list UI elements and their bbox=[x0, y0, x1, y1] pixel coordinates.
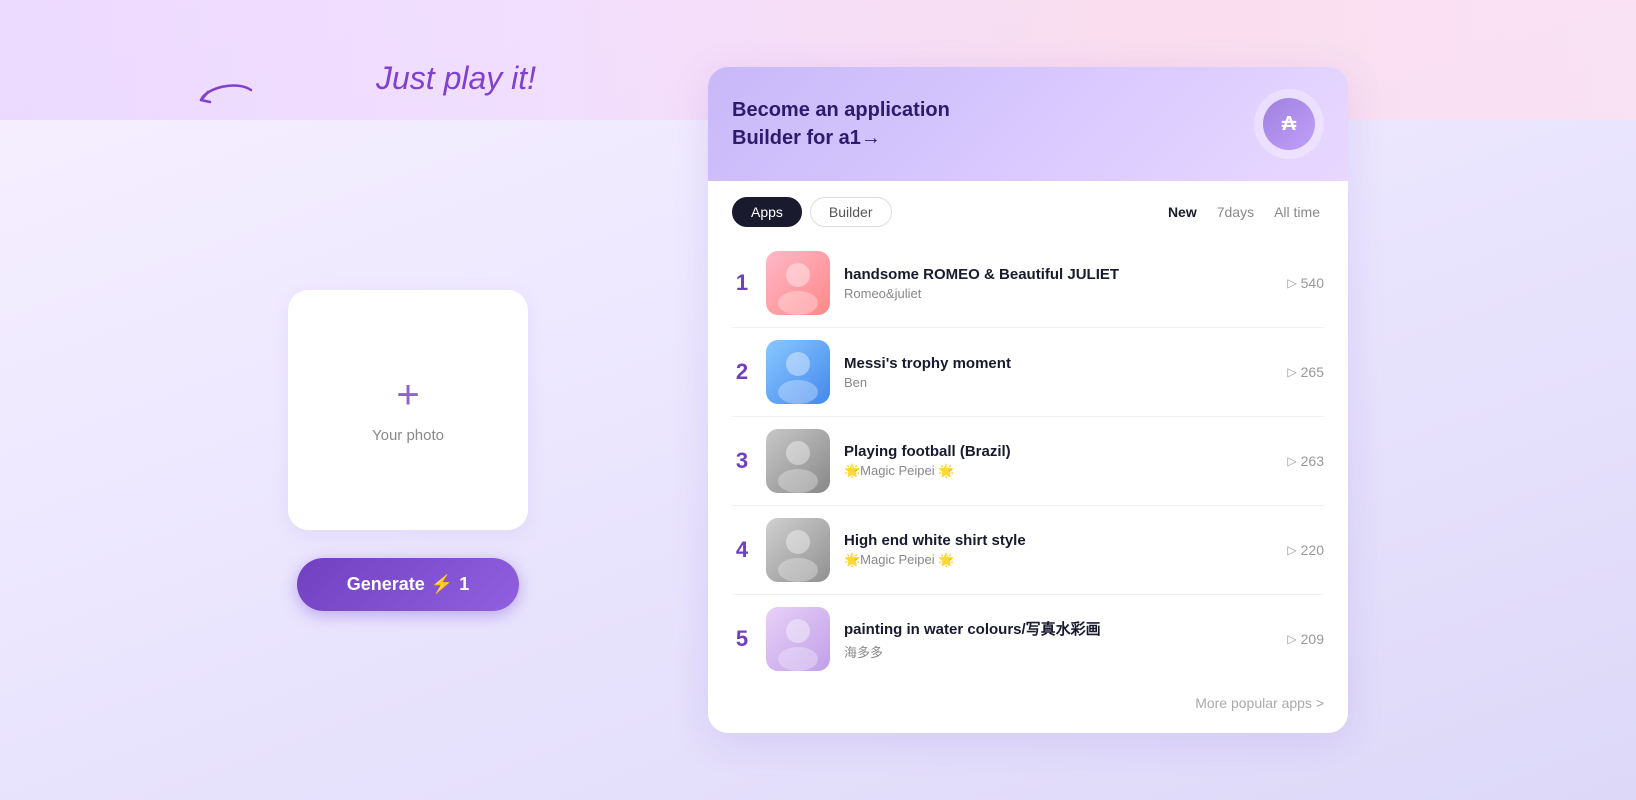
banner-decoration: ₳ bbox=[1254, 89, 1324, 159]
app-row-1[interactable]: 1 handsome ROMEO & Beautiful JULIET Rome… bbox=[732, 239, 1324, 328]
app-row-5[interactable]: 5 painting in water colours/写真水彩画 海多多 ▷ … bbox=[732, 595, 1324, 683]
play-count: 540 bbox=[1301, 275, 1324, 291]
app-author: 🌟Magic Peipei 🌟 bbox=[844, 552, 1273, 568]
rank-num: 1 bbox=[732, 270, 752, 296]
app-plays: ▷ 540 bbox=[1287, 275, 1324, 291]
app-author: 海多多 bbox=[844, 642, 1273, 661]
apps-list: 1 handsome ROMEO & Beautiful JULIET Rome… bbox=[708, 235, 1348, 683]
main-wrapper: Just play it! + Your photo Generate ⚡ 1 bbox=[0, 0, 1636, 800]
rank-num: 3 bbox=[732, 448, 752, 474]
app-info: painting in water colours/写真水彩画 海多多 bbox=[844, 618, 1273, 661]
rank-num: 5 bbox=[732, 626, 752, 652]
app-info: Messi's trophy moment Ben bbox=[844, 355, 1273, 390]
app-thumbnail bbox=[766, 251, 830, 315]
plus-icon: + bbox=[396, 375, 419, 415]
app-row-3[interactable]: 3 Playing football (Brazil) 🌟Magic Peipe… bbox=[732, 417, 1324, 506]
photo-upload-box[interactable]: + Your photo bbox=[288, 290, 528, 530]
content-area: Just play it! + Your photo Generate ⚡ 1 bbox=[168, 67, 1468, 733]
app-plays: ▷ 265 bbox=[1287, 364, 1324, 380]
tabs-group: Apps Builder bbox=[732, 197, 892, 227]
coin-icon: ₳ bbox=[1263, 98, 1315, 150]
handwriting-label: Just play it! bbox=[376, 60, 536, 97]
banner-line2: Builder for a1→ bbox=[732, 127, 881, 149]
app-row-2[interactable]: 2 Messi's trophy moment Ben ▷ 265 bbox=[732, 328, 1324, 417]
handwriting-text: Just play it! bbox=[376, 60, 536, 97]
app-title: Messi's trophy moment bbox=[844, 355, 1273, 372]
play-triangle-icon: ▷ bbox=[1287, 543, 1296, 557]
rank-num: 2 bbox=[732, 359, 752, 385]
app-thumbnail bbox=[766, 340, 830, 404]
filter-new[interactable]: New bbox=[1164, 202, 1201, 222]
app-thumbnail bbox=[766, 429, 830, 493]
rank-num: 4 bbox=[732, 537, 752, 563]
more-popular-apps-link[interactable]: More popular apps > bbox=[1195, 695, 1324, 711]
play-triangle-icon: ▷ bbox=[1287, 454, 1296, 468]
filter-7days[interactable]: 7days bbox=[1213, 202, 1258, 222]
app-author: 🌟Magic Peipei 🌟 bbox=[844, 463, 1273, 479]
app-author: Ben bbox=[844, 375, 1273, 390]
left-panel: Just play it! + Your photo Generate ⚡ 1 bbox=[168, 190, 648, 611]
photo-label: Your photo bbox=[372, 427, 444, 444]
app-title: High end white shirt style bbox=[844, 532, 1273, 549]
filter-alltime[interactable]: All time bbox=[1270, 202, 1324, 222]
banner-line1: Become an application bbox=[732, 99, 950, 121]
play-count: 263 bbox=[1301, 453, 1324, 469]
play-triangle-icon: ▷ bbox=[1287, 365, 1296, 379]
play-triangle-icon: ▷ bbox=[1287, 632, 1296, 646]
more-link-container: More popular apps > bbox=[708, 683, 1348, 713]
tab-builder[interactable]: Builder bbox=[810, 197, 892, 227]
banner[interactable]: Become an application Builder for a1→ ₳ bbox=[708, 67, 1348, 181]
right-panel: Become an application Builder for a1→ ₳ … bbox=[708, 67, 1348, 733]
app-thumbnail bbox=[766, 518, 830, 582]
app-thumbnail bbox=[766, 607, 830, 671]
bolt-icon: ⚡ bbox=[431, 574, 453, 595]
app-title: painting in water colours/写真水彩画 bbox=[844, 618, 1273, 639]
generate-credits: 1 bbox=[459, 574, 469, 595]
app-info: Playing football (Brazil) 🌟Magic Peipei … bbox=[844, 443, 1273, 479]
tab-apps[interactable]: Apps bbox=[732, 197, 802, 227]
play-count: 220 bbox=[1301, 542, 1324, 558]
app-title: Playing football (Brazil) bbox=[844, 443, 1273, 460]
banner-text: Become an application Builder for a1→ bbox=[732, 96, 950, 152]
app-info: handsome ROMEO & Beautiful JULIET Romeo&… bbox=[844, 266, 1273, 301]
play-triangle-icon: ▷ bbox=[1287, 276, 1296, 290]
app-author: Romeo&juliet bbox=[844, 286, 1273, 301]
app-plays: ▷ 220 bbox=[1287, 542, 1324, 558]
generate-button[interactable]: Generate ⚡ 1 bbox=[297, 558, 519, 611]
app-info: High end white shirt style 🌟Magic Peipei… bbox=[844, 532, 1273, 568]
play-count: 265 bbox=[1301, 364, 1324, 380]
app-plays: ▷ 209 bbox=[1287, 631, 1324, 647]
tabs-filter-row: Apps Builder New 7days All time bbox=[708, 181, 1348, 235]
filter-group: New 7days All time bbox=[1164, 202, 1324, 222]
play-count: 209 bbox=[1301, 631, 1324, 647]
app-plays: ▷ 263 bbox=[1287, 453, 1324, 469]
app-title: handsome ROMEO & Beautiful JULIET bbox=[844, 266, 1273, 283]
app-row-4[interactable]: 4 High end white shirt style 🌟Magic Peip… bbox=[732, 506, 1324, 595]
generate-label: Generate bbox=[347, 574, 425, 595]
